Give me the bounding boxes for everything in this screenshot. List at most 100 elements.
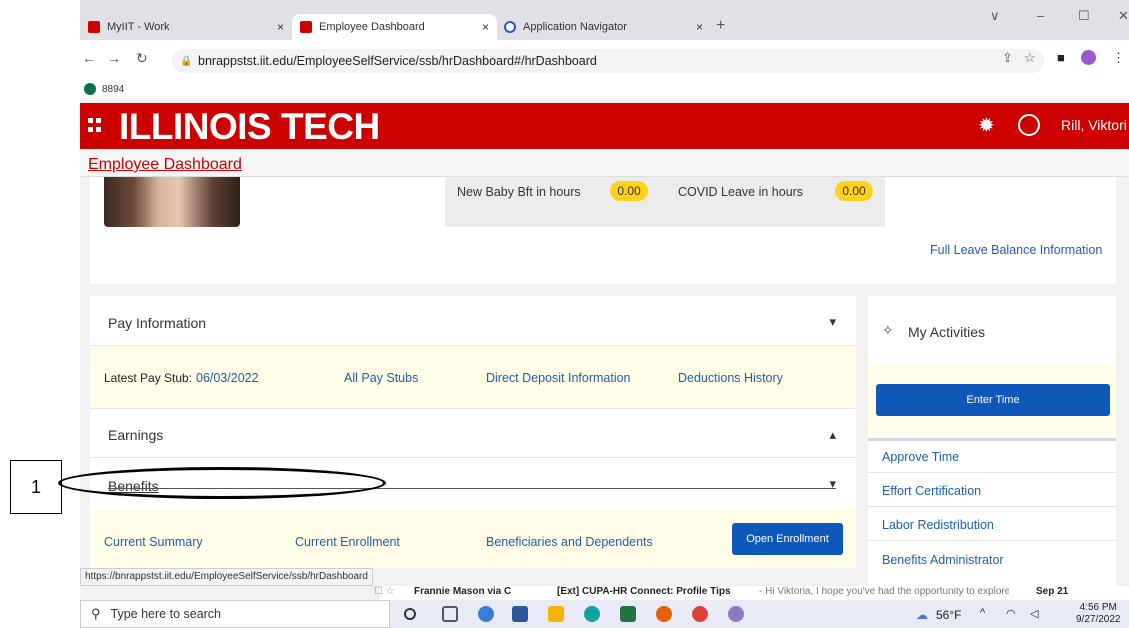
cortana-icon[interactable]: [404, 608, 416, 620]
bookmark-label[interactable]: 8894: [102, 84, 124, 95]
open-enrollment-button[interactable]: Open Enrollment: [732, 523, 843, 555]
my-activities-panel: ✧ My Activities Enter Time Approve Time …: [868, 296, 1116, 596]
tab-strip: MyIIT - Work × Employee Dashboard × Appl…: [80, 0, 1129, 40]
edge-icon[interactable]: [584, 606, 600, 622]
weather-icon: ☁: [916, 608, 928, 622]
share-icon[interactable]: ⇪: [1002, 50, 1013, 66]
user-icon[interactable]: [1018, 114, 1040, 136]
leave-value-badge: 0.00: [610, 181, 648, 201]
beneficiaries-dependents-link[interactable]: Beneficiaries and Dependents: [486, 535, 653, 549]
current-summary-link[interactable]: Current Summary: [104, 535, 203, 549]
sidepanel-icon[interactable]: ■: [1057, 50, 1065, 65]
minimize-button[interactable]: –: [1037, 8, 1044, 23]
annotation-oval: [58, 467, 386, 499]
leave-label: New Baby Bft in hours: [457, 185, 581, 199]
all-pay-stubs-link[interactable]: All Pay Stubs: [344, 371, 418, 385]
back-icon[interactable]: ←: [82, 50, 96, 66]
firefox-icon[interactable]: [656, 606, 672, 622]
full-leave-balance-link[interactable]: Full Leave Balance Information: [930, 243, 1102, 257]
earnings-header[interactable]: Earnings ▴: [90, 408, 856, 458]
menu-icon[interactable]: ⋮: [1112, 50, 1125, 66]
breadcrumb-employee-dashboard[interactable]: Employee Dashboard: [88, 156, 242, 174]
taskbar-clock[interactable]: 4:56 PM 9/27/2022: [1076, 602, 1121, 626]
task-view-icon[interactable]: [442, 606, 458, 622]
current-enrollment-link[interactable]: Current Enrollment: [295, 535, 400, 549]
chrome-icon[interactable]: [692, 606, 708, 622]
user-name[interactable]: Rill, Viktori: [1061, 117, 1127, 133]
search-placeholder: Type here to search: [110, 607, 222, 621]
clock-time: 4:56 PM: [1079, 602, 1117, 613]
effort-certification-link[interactable]: Effort Certification: [882, 484, 981, 498]
enter-time-button[interactable]: Enter Time: [876, 384, 1110, 416]
divider: [868, 438, 1116, 441]
leave-balances: New Baby Bft in hours 0.00 COVID Leave i…: [445, 177, 885, 227]
navigator-icon: [504, 21, 516, 33]
volume-icon[interactable]: ◁: [1030, 607, 1038, 620]
pay-information-header[interactable]: Pay Information ▾: [90, 296, 856, 346]
divider: [868, 540, 1116, 541]
latest-pay-stub-label: Latest Pay Stub:: [104, 371, 193, 385]
earnings-title: Earnings: [108, 427, 164, 443]
star-icon[interactable]: ☆: [1024, 50, 1036, 66]
illinois-tech-icon: [300, 21, 312, 33]
excel-icon[interactable]: [620, 606, 636, 622]
my-activities-header: ✧ My Activities: [868, 296, 1116, 364]
direct-deposit-link[interactable]: Direct Deposit Information: [486, 371, 631, 385]
pay-links-row: Latest Pay Stub: 06/03/2022 All Pay Stub…: [90, 346, 856, 408]
clock-date: 9/27/2022: [1076, 614, 1121, 625]
chevron-down-icon[interactable]: ▾: [829, 314, 836, 330]
maximize-button[interactable]: ☐: [1078, 8, 1090, 24]
close-window-button[interactable]: ✕: [1118, 8, 1129, 24]
wifi-icon[interactable]: ◠: [1006, 607, 1016, 620]
close-tab-icon[interactable]: ×: [277, 20, 284, 34]
my-activities-title: My Activities: [908, 324, 986, 340]
bookmark-bar: 8894: [80, 78, 1129, 100]
tab-search-icon[interactable]: ∨: [990, 8, 1000, 24]
word-icon[interactable]: [512, 606, 528, 622]
chevron-up-icon[interactable]: ▴: [829, 427, 836, 443]
chevron-down-icon[interactable]: ▾: [829, 476, 836, 492]
deductions-history-link[interactable]: Deductions History: [678, 371, 783, 385]
app-grid-icon[interactable]: [88, 118, 102, 132]
close-tab-icon[interactable]: ×: [696, 20, 703, 34]
tab-employee-dashboard[interactable]: Employee Dashboard ×: [292, 14, 497, 40]
benefits-administrator-link[interactable]: Benefits Administrator: [882, 553, 1004, 567]
latest-pay-stub-date[interactable]: 06/03/2022: [196, 371, 259, 385]
tab-label: Employee Dashboard: [319, 21, 425, 33]
enter-time-row: Enter Time: [868, 364, 1116, 434]
breadcrumb: Employee Dashboard: [80, 149, 1129, 177]
mail-sender: Frannie Mason via C: [414, 586, 512, 597]
gear-icon[interactable]: ✹: [978, 113, 995, 138]
close-tab-icon[interactable]: ×: [482, 20, 489, 34]
tab-myiit[interactable]: MyIIT - Work ×: [88, 14, 292, 40]
chrome-canary-icon[interactable]: [478, 606, 494, 622]
mail-notification-peek: ☐ ☆ Frannie Mason via C [Ext] CUPA-HR Co…: [374, 586, 1129, 600]
tray-chevron-icon[interactable]: ^: [980, 607, 985, 619]
profile-photo: [104, 177, 240, 227]
bookmark-icon: [84, 83, 96, 95]
tab-label: MyIIT - Work: [107, 21, 170, 33]
windows-taskbar: ⚲ Type here to search ☁ 56°F ^ ◠ ◁ 4:56 …: [80, 600, 1129, 628]
labor-redistribution-link[interactable]: Labor Redistribution: [882, 518, 994, 532]
chrome-profile-icon[interactable]: [728, 606, 744, 622]
leave-value-badge: 0.00: [835, 181, 873, 201]
annotation-label: 1: [10, 460, 62, 514]
address-bar[interactable]: 🔒 bnrappstst.iit.edu/EmployeeSelfService…: [172, 49, 1044, 73]
reload-icon[interactable]: ↻: [136, 50, 148, 67]
forward-icon[interactable]: →: [107, 50, 121, 66]
taskbar-search[interactable]: ⚲ Type here to search: [80, 600, 390, 628]
leave-balance-card: New Baby Bft in hours 0.00 COVID Leave i…: [90, 177, 1116, 284]
tab-application-navigator[interactable]: Application Navigator ×: [504, 14, 711, 40]
checkbox-icon[interactable]: ☐ ☆: [374, 586, 395, 597]
pay-information-title: Pay Information: [108, 315, 207, 331]
url-text: bnrappstst.iit.edu/EmployeeSelfService/s…: [198, 54, 597, 68]
mail-preview: - Hi Viktoria, I hope you've had the opp…: [759, 586, 1009, 597]
approve-time-link[interactable]: Approve Time: [882, 450, 959, 464]
profile-icon[interactable]: [1081, 50, 1096, 65]
leave-label: COVID Leave in hours: [678, 185, 804, 199]
weather-temp[interactable]: 56°F: [936, 608, 961, 622]
new-tab-button[interactable]: +: [716, 17, 725, 35]
file-explorer-icon[interactable]: [548, 606, 564, 622]
benefits-links-row: Current Summary Current Enrollment Benef…: [90, 510, 856, 568]
mail-subject: [Ext] CUPA-HR Connect: Profile Tips: [557, 586, 731, 597]
